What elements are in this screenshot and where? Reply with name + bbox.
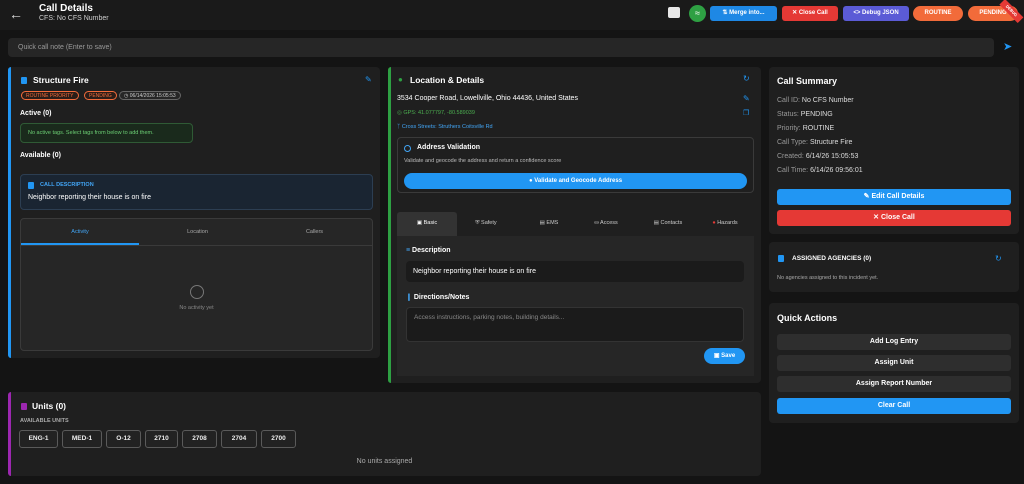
edit-call-details-button[interactable]: ✎ Edit Call Details [777,189,1011,205]
back-arrow-icon[interactable]: ← [9,6,23,22]
summary-row: Status: PENDING [777,111,833,118]
refresh-icon[interactable]: ↻ [743,74,750,83]
tab-callers[interactable]: Callers [256,229,373,235]
page-title: Call Details [39,3,93,14]
building-icon [778,255,784,262]
available-tags-label: Available (0) [20,152,61,159]
clock-empty-icon [190,285,204,299]
chat-icon[interactable] [668,7,680,18]
validate-geocode-button[interactable]: ● Validate and Geocode Address [404,173,747,189]
tab-ems[interactable]: ▤ EMS [523,220,575,226]
activity-empty-text: No activity yet [179,305,214,311]
tab-access[interactable]: ⛀ Access [580,220,632,226]
address-validation-box: Address Validation Validate and geocode … [397,137,754,193]
summary-row: Priority: ROUTINE [777,125,835,132]
tab-safety[interactable]: ⛨ Safety [460,220,512,227]
tab-location[interactable]: Location [139,229,256,235]
directions-placeholder: Access instructions, parking notes, buil… [414,314,565,321]
panel-accent-bar [8,67,11,358]
unit-button[interactable]: 2708 [182,430,217,448]
assign-unit-button[interactable]: Assign Unit [777,355,1011,371]
top-bar: ← Call Details CFS: No CFS Number ≈ ⇅ Me… [0,0,1024,30]
call-summary-panel [769,67,1019,234]
summary-close-call-button[interactable]: ✕ Close Call [777,210,1011,226]
activity-panel: Activity Location Callers No activity ye… [20,218,373,351]
units-empty-text: No units assigned [356,458,413,465]
basic-icon: ▣ [416,220,424,226]
basic-tab-panel [397,236,754,376]
location-heading: Location & Details [410,75,485,85]
directions-label: ❙ Directions/Notes [406,294,470,301]
copy-icon[interactable]: ❐ [743,109,749,117]
cross-streets[interactable]: ᛉ Cross Streets: Struthers Coitsville Rd [397,124,493,130]
debug-json-button[interactable]: <> Debug JSON [843,6,909,21]
merge-into-button[interactable]: ⇅ Merge into... [710,6,777,21]
tab-contacts[interactable]: ▤ Contacts [640,220,696,226]
summary-row: Call Time: 6/14/26 09:56:01 [777,167,863,174]
directions-icon: ❙ [406,294,414,301]
send-icon[interactable]: ➤ [1003,42,1015,53]
save-button[interactable]: ▣ Save [704,348,745,364]
unit-button[interactable]: 2710 [145,430,178,448]
call-description-box: CALL DESCRIPTION Neighbor reporting thei… [20,174,373,210]
page-subtitle: CFS: No CFS Number [39,15,109,22]
summary-row: Created: 6/14/26 15:05:53 [777,153,859,160]
assign-report-number-button[interactable]: Assign Report Number [777,376,1011,392]
document-icon [21,77,27,84]
active-tags-empty-box: No active tags. Select tags from below t… [20,123,193,143]
close-icon: ✕ [873,214,881,221]
address-validation-desc: Validate and geocode the address and ret… [404,158,562,164]
tab-activity[interactable]: Activity [21,229,139,235]
agencies-refresh-icon[interactable]: ↻ [995,254,1002,263]
call-description-heading: CALL DESCRIPTION [40,182,94,188]
priority-routine-button[interactable]: ROUTINE [913,6,963,21]
clear-call-button[interactable]: Clear Call [777,398,1011,414]
wifi-icon[interactable]: ≈ [689,5,706,22]
edit-address-icon[interactable]: ✎ [743,94,750,103]
agencies-empty-text: No agencies assigned to this incident ye… [777,275,879,281]
target-icon [404,145,411,152]
created-time-badge: ◷ 06/14/2026 15:05:53 [119,91,181,100]
directions-notes-textarea[interactable]: Access instructions, parking notes, buil… [406,307,744,342]
quick-call-note-input[interactable]: Quick call note (Enter to save) [8,38,994,57]
code-icon: <> [853,10,862,16]
description-doc-icon [28,182,34,189]
available-units-label: AVAILABLE UNITS [20,418,69,424]
assigned-agencies-panel [769,242,1019,292]
units-heading: Units (0) [32,401,66,411]
tab-divider [21,245,372,246]
incident-type: Structure Fire [33,75,89,85]
panel-accent-bar [388,67,391,383]
active-tags-empty-text: No active tags. Select tags from below t… [28,130,154,136]
unit-button[interactable]: ENG-1 [19,430,58,448]
tab-basic[interactable]: ▣ Basic [397,220,457,226]
edit-pencil-icon[interactable]: ✎ [365,75,372,84]
unit-button[interactable]: 2700 [261,430,296,448]
call-description-text: Neighbor reporting their house is on fir… [28,194,151,201]
unit-button[interactable]: MED-1 [62,430,102,448]
truck-icon [21,403,27,410]
unit-button[interactable]: 2704 [221,430,257,448]
tab-hazards[interactable]: ● Hazards [700,220,750,226]
quick-actions-heading: Quick Actions [777,313,838,323]
address-text: 3534 Cooper Road, Lowellville, Ohio 4443… [397,95,578,102]
description-value: Neighbor reporting their house is on fir… [413,268,536,275]
location-pin-icon: ● [398,75,403,84]
status-badge: PENDING [84,91,117,100]
call-summary-heading: Call Summary [777,76,838,86]
address-validation-title: Address Validation [417,144,481,151]
unit-button[interactable]: O-12 [106,430,141,448]
summary-row: Call ID: No CFS Number [777,97,854,104]
assigned-agencies-heading: ASSIGNED AGENCIES (0) [792,255,872,262]
close-icon: ✕ [792,10,799,16]
contacts-icon: ▤ [653,220,661,226]
description-field[interactable]: Neighbor reporting their house is on fir… [406,261,744,282]
gps-coordinates: ◎ GPS: 41.077797, -80.589039 [397,110,475,116]
close-call-button[interactable]: ✕ Close Call [782,6,838,21]
summary-row: Call Type: Structure Fire [777,139,853,146]
description-label: ≡ Description [406,247,451,254]
active-tags-label: Active (0) [20,110,52,117]
add-log-entry-button[interactable]: Add Log Entry [777,334,1011,350]
priority-badge: ROUTINE PRIORITY [21,91,79,100]
